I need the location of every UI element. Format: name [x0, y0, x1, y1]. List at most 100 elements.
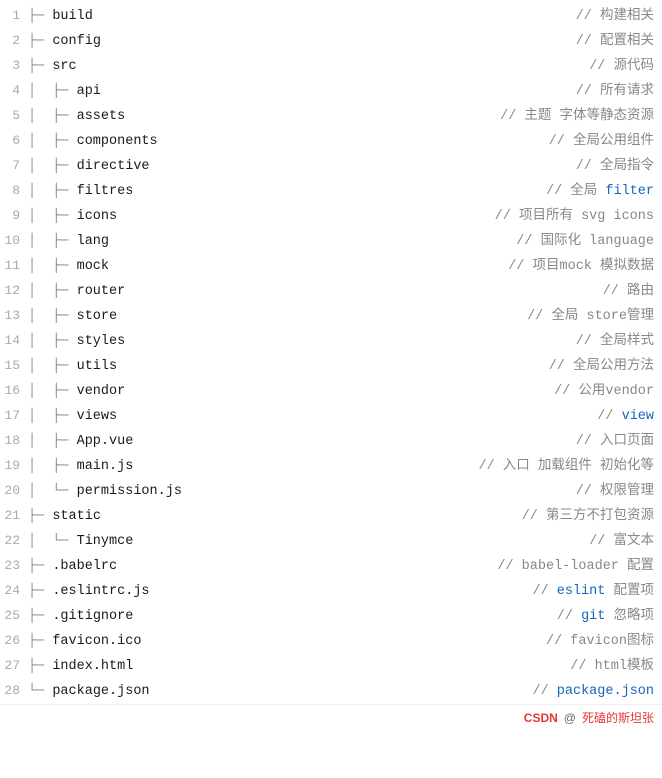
tree-symbol: │ ├─: [28, 306, 77, 328]
tree-line: 28└─ package.json// package.json: [0, 679, 662, 704]
line-body: │ ├─ styles// 全局样式: [28, 331, 654, 353]
line-number: 14: [0, 330, 28, 352]
line-number: 2: [0, 30, 28, 52]
tree-line: 5│ ├─ assets// 主题 字体等静态资源: [0, 104, 662, 129]
line-number: 27: [0, 655, 28, 677]
tree-line: 2├─ config// 配置相关: [0, 29, 662, 54]
tree-line: 3├─ src// 源代码: [0, 54, 662, 79]
tree-line: 21├─ static// 第三方不打包资源: [0, 504, 662, 529]
comment: // eslint 配置项: [524, 581, 654, 603]
file-name: filtres: [77, 181, 134, 203]
tree-symbol: │ ├─: [28, 181, 77, 203]
file-name: favicon.ico: [52, 631, 141, 653]
file-name: .babelrc: [52, 556, 117, 578]
file-name: components: [77, 131, 158, 153]
comment: // package.json: [524, 681, 654, 703]
comment: // 入口页面: [568, 431, 654, 453]
tree-line: 23├─ .babelrc// babel-loader 配置: [0, 554, 662, 579]
comment: // 第三方不打包资源: [514, 506, 654, 528]
footer-at: @: [564, 711, 576, 725]
tree-symbol: │ ├─: [28, 331, 77, 353]
comment: // 全局公用方法: [541, 356, 654, 378]
line-body: │ └─ permission.js// 权限管理: [28, 481, 654, 503]
tree-symbol: ├─: [28, 556, 52, 578]
comment: // git 忽略项: [549, 606, 654, 628]
tree-line: 12│ ├─ router// 路由: [0, 279, 662, 304]
comment: // 所有请求: [568, 81, 654, 103]
line-number: 5: [0, 105, 28, 127]
line-number: 15: [0, 355, 28, 377]
file-name: Tinymce: [77, 531, 134, 553]
file-name: directive: [77, 156, 150, 178]
file-name: .eslintrc.js: [52, 581, 149, 603]
tree-symbol: ├─: [28, 56, 52, 78]
tree-symbol: │ ├─: [28, 131, 77, 153]
line-number: 26: [0, 630, 28, 652]
line-body: ├─ favicon.ico // favicon图标: [28, 631, 654, 653]
line-number: 25: [0, 605, 28, 627]
file-name: styles: [77, 331, 126, 353]
file-name: static: [52, 506, 101, 528]
tree-symbol: │ ├─: [28, 231, 77, 253]
tree-line: 17│ ├─ views // view: [0, 404, 662, 429]
line-body: ├─ .eslintrc.js // eslint 配置项: [28, 581, 654, 603]
tree-line: 18│ ├─ App.vue// 入口页面: [0, 429, 662, 454]
line-body: │ ├─ icons// 项目所有 svg icons: [28, 206, 654, 228]
tree-symbol: │ ├─: [28, 381, 77, 403]
line-number: 6: [0, 130, 28, 152]
line-number: 24: [0, 580, 28, 602]
comment: // babel-loader 配置: [489, 556, 654, 578]
line-body: │ ├─ store// 全局 store管理: [28, 306, 654, 328]
line-body: │ └─ Tinymce// 富文本: [28, 531, 654, 553]
line-body: │ ├─ assets// 主题 字体等静态资源: [28, 106, 654, 128]
file-name: icons: [77, 206, 118, 228]
comment: // 全局公用组件: [541, 131, 654, 153]
line-number: 10: [0, 230, 28, 252]
line-body: │ ├─ main.js// 入口 加载组件 初始化等: [28, 456, 654, 478]
tree-line: 19│ ├─ main.js// 入口 加载组件 初始化等: [0, 454, 662, 479]
line-body: │ ├─ vendor// 公用vendor: [28, 381, 654, 403]
comment: // 富文本: [581, 531, 654, 553]
comment: // 全局指令: [568, 156, 654, 178]
tree-line: 1├─ build// 构建相关: [0, 4, 662, 29]
file-name: mock: [77, 256, 109, 278]
comment: // 主题 字体等静态资源: [492, 106, 654, 128]
tree-line: 10│ ├─ lang// 国际化 language: [0, 229, 662, 254]
comment-highlight: eslint: [557, 584, 606, 599]
line-body: ├─ .gitignore// git 忽略项: [28, 606, 654, 628]
tree-line: 14│ ├─ styles// 全局样式: [0, 329, 662, 354]
comment-highlight: filter: [605, 184, 654, 199]
file-tree: 1├─ build// 构建相关2├─ config// 配置相关3├─ src…: [0, 0, 662, 734]
tree-symbol: ├─: [28, 631, 52, 653]
comment: // favicon图标: [538, 631, 654, 653]
comment-highlight: git: [581, 609, 605, 624]
tree-symbol: ├─: [28, 6, 52, 28]
line-number: 1: [0, 5, 28, 27]
line-number: 12: [0, 280, 28, 302]
tree-symbol: ├─: [28, 656, 52, 678]
tree-line: 11│ ├─ mock// 项目mock 模拟数据: [0, 254, 662, 279]
file-name: package.json: [52, 681, 149, 703]
footer-user: 死磕的斯坦张: [582, 709, 654, 726]
line-number: 8: [0, 180, 28, 202]
line-number: 16: [0, 380, 28, 402]
tree-line: 26├─ favicon.ico // favicon图标: [0, 629, 662, 654]
comment: // 全局 filter: [538, 181, 654, 203]
comment-highlight: package.json: [557, 684, 654, 699]
tree-line: 15│ ├─ utils// 全局公用方法: [0, 354, 662, 379]
file-name: config: [52, 31, 101, 53]
file-name: vendor: [77, 381, 126, 403]
file-name: api: [77, 81, 101, 103]
line-body: ├─ src// 源代码: [28, 56, 654, 78]
tree-line: 7│ ├─ directive// 全局指令: [0, 154, 662, 179]
tree-symbol: ├─: [28, 506, 52, 528]
comment-highlight: view: [622, 409, 654, 424]
tree-line: 6│ ├─ components // 全局公用组件: [0, 129, 662, 154]
line-body: │ ├─ api// 所有请求: [28, 81, 654, 103]
line-body: │ ├─ filtres // 全局 filter: [28, 181, 654, 203]
line-body: ├─ .babelrc // babel-loader 配置: [28, 556, 654, 578]
comment: // 构建相关: [568, 6, 654, 28]
line-body: ├─ static // 第三方不打包资源: [28, 506, 654, 528]
line-number: 18: [0, 430, 28, 452]
tree-line: 24├─ .eslintrc.js // eslint 配置项: [0, 579, 662, 604]
